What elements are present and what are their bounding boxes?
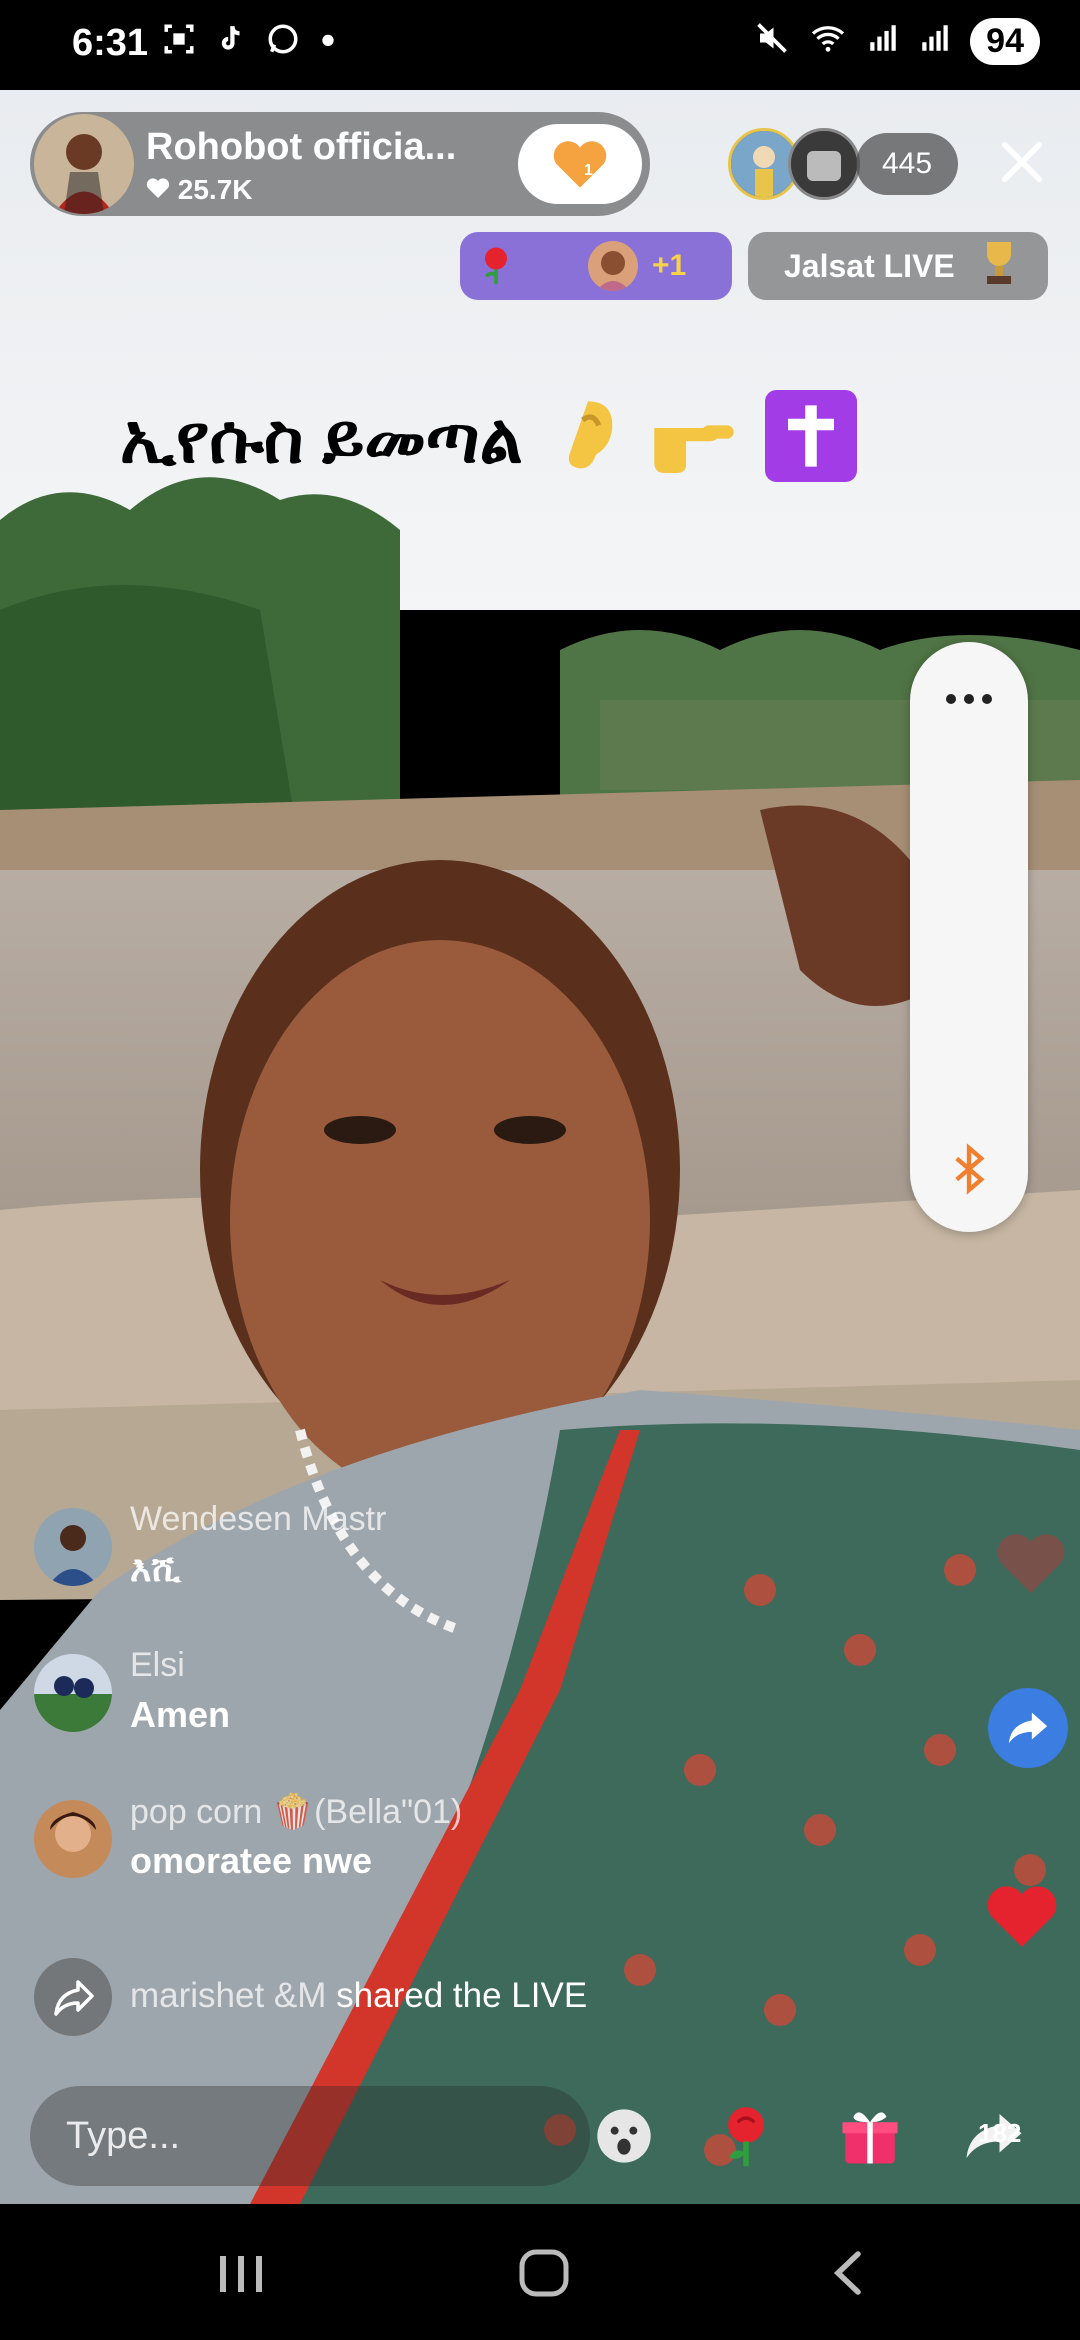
back-button[interactable]: [828, 2248, 868, 2303]
whatsapp-icon: [266, 22, 300, 65]
gifter-avatar[interactable]: [588, 241, 638, 291]
comment-username[interactable]: Wendesen Mastr: [130, 1500, 386, 1539]
close-button[interactable]: [996, 136, 1048, 188]
tiktok-icon: [214, 22, 248, 65]
share-event-icon-wrap: [34, 1958, 112, 2036]
host-likes: 25.7K: [146, 174, 253, 206]
share-icon: [54, 1980, 94, 2016]
floating-heart-icon: [994, 1530, 1068, 1601]
comment-input[interactable]: [30, 2086, 590, 2186]
emoji-button[interactable]: [586, 2098, 662, 2174]
comment-text: Amen: [130, 1694, 231, 1735]
stream-title-text: ኢየሱስ ይመጣል: [120, 400, 523, 477]
like-heart-icon[interactable]: [984, 1882, 1060, 1955]
share-live-button[interactable]: [988, 1688, 1068, 1768]
status-time: 6:31: [72, 22, 149, 64]
mute-icon: [754, 20, 790, 64]
bluetooth-icon[interactable]: [948, 1142, 990, 1201]
top-viewers[interactable]: 445: [728, 128, 959, 200]
rose-gift-button[interactable]: [708, 2098, 784, 2174]
stream-title: ኢየሱስ ይመጣል: [120, 390, 858, 498]
comment-avatar[interactable]: [34, 1800, 112, 1878]
ear-icon: [556, 401, 639, 491]
share-event: marishet &M shared the LIVE: [30, 1958, 930, 2038]
viewer-count[interactable]: 445: [856, 133, 959, 195]
screenshot-icon: [162, 22, 196, 65]
host-info[interactable]: Rohobot officia... 25.7K 1: [30, 112, 650, 216]
comment-text: omoratee nwe: [130, 1840, 373, 1881]
comment-username[interactable]: pop corn 🍿(Bella"01): [130, 1792, 462, 1832]
share-event-action: shared the LIVE: [336, 1976, 588, 2015]
host-avatar[interactable]: [34, 114, 134, 214]
close-icon: [1001, 141, 1043, 183]
comment-avatar[interactable]: [34, 1508, 112, 1586]
gift-icon: [842, 2112, 898, 2164]
gift-ranking-banner[interactable]: +1: [460, 232, 732, 300]
share-event-user[interactable]: marishet &M: [130, 1976, 326, 2015]
signal-icon: [918, 20, 952, 64]
cross-icon: [765, 390, 858, 497]
status-notification-icons: [162, 22, 338, 65]
fan-heart-icon: [553, 141, 607, 188]
status-system-icons: 94: [754, 18, 1040, 65]
comment-item: pop corn 🍿(Bella"01) omoratee nwe: [30, 1792, 730, 1892]
host-likes-count: 25.7K: [177, 174, 253, 205]
comment-username[interactable]: Elsi: [130, 1646, 185, 1685]
comment-item: Wendesen Mastr እሺ: [30, 1500, 730, 1600]
comment-avatar[interactable]: [34, 1654, 112, 1732]
share-event-text: marishet &M shared the LIVE: [130, 1976, 587, 2016]
host-name: Rohobot officia...: [146, 126, 457, 168]
more-options-icon[interactable]: [944, 692, 994, 711]
comment-item: Elsi Amen: [30, 1646, 730, 1746]
gifter-extra-count: +1: [652, 249, 687, 282]
jalsat-live-banner[interactable]: Jalsat LIVE: [748, 232, 1048, 300]
jalsat-label: Jalsat LIVE: [784, 247, 955, 284]
dot-icon: [318, 22, 338, 65]
rose-icon: [728, 2107, 764, 2167]
share-arrow-icon: [1008, 1712, 1048, 1744]
follow-button[interactable]: 1: [518, 124, 642, 204]
rose-icon: [474, 242, 518, 291]
recent-apps-button[interactable]: [214, 2252, 270, 2301]
gift-button[interactable]: [832, 2098, 908, 2174]
side-tool-panel[interactable]: [910, 642, 1028, 1232]
viewer-avatar[interactable]: [788, 128, 860, 200]
signal-icon: [866, 20, 900, 64]
follow-badge: 1: [584, 162, 593, 179]
home-button[interactable]: [518, 2248, 570, 2303]
share-count: 182: [978, 2118, 1022, 2148]
status-bar: 6:31 94: [0, 0, 1080, 90]
heart-icon: [146, 174, 178, 205]
trophy-icon: [975, 236, 1023, 296]
battery-level: 94: [970, 18, 1040, 65]
system-navigation-bar: [0, 2204, 1080, 2340]
bottom-action-bar: [0, 2070, 1080, 2204]
comment-text: እሺ: [130, 1548, 181, 1589]
emoji-icon: [597, 2109, 651, 2163]
wifi-icon: [808, 20, 848, 64]
pointing-hand-icon: [649, 415, 758, 491]
